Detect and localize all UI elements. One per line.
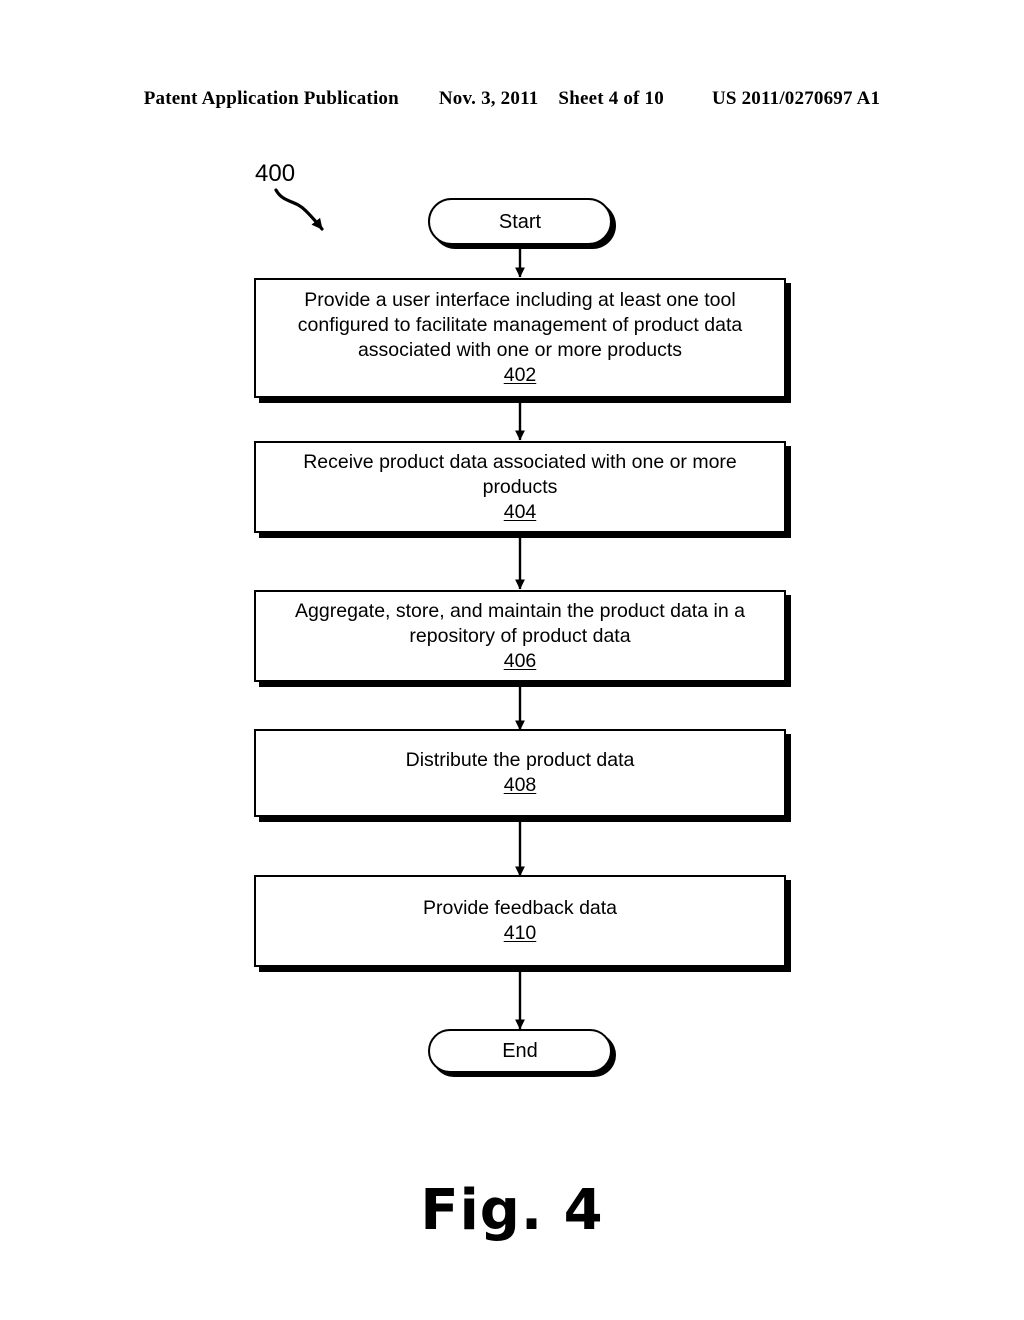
flow-node-402-ref: 402: [503, 364, 537, 386]
figure-callout-400: 400: [255, 160, 296, 187]
flow-node-406-text: Aggregate, store, and maintain the produ…: [295, 599, 745, 647]
flow-node-408-ref: 408: [503, 774, 537, 796]
flow-node-404-text: Receive product data associated with one…: [303, 450, 737, 498]
flow-node-408[interactable]: Distribute the product data 408: [254, 729, 786, 817]
flow-node-406[interactable]: Aggregate, store, and maintain the produ…: [254, 590, 786, 682]
figure-caption: Fig. 4: [420, 1178, 604, 1243]
flow-node-406-ref: 406: [503, 649, 537, 672]
flow-node-start-label: Start: [498, 210, 542, 233]
flow-node-408-text: Distribute the product data: [405, 749, 635, 771]
flow-node-404[interactable]: Receive product data associated with one…: [254, 441, 786, 533]
flow-node-410[interactable]: Provide feedback data 410: [254, 875, 786, 967]
flow-node-402[interactable]: Provide a user interface including at le…: [254, 278, 786, 398]
flow-node-end-label: End: [502, 1040, 538, 1062]
callout-lead-arrow: [274, 188, 324, 231]
flow-node-404-ref: 404: [503, 500, 537, 523]
flow-node-402-text: Provide a user interface including at le…: [297, 289, 743, 361]
flow-node-410-text: Provide feedback data: [422, 897, 618, 919]
flow-node-end[interactable]: End: [428, 1029, 612, 1073]
flowchart-diagram: 400 Start Provide a user interface inclu…: [0, 0, 1024, 1320]
flow-node-410-ref: 410: [503, 922, 537, 944]
flow-node-start[interactable]: Start: [428, 198, 612, 245]
